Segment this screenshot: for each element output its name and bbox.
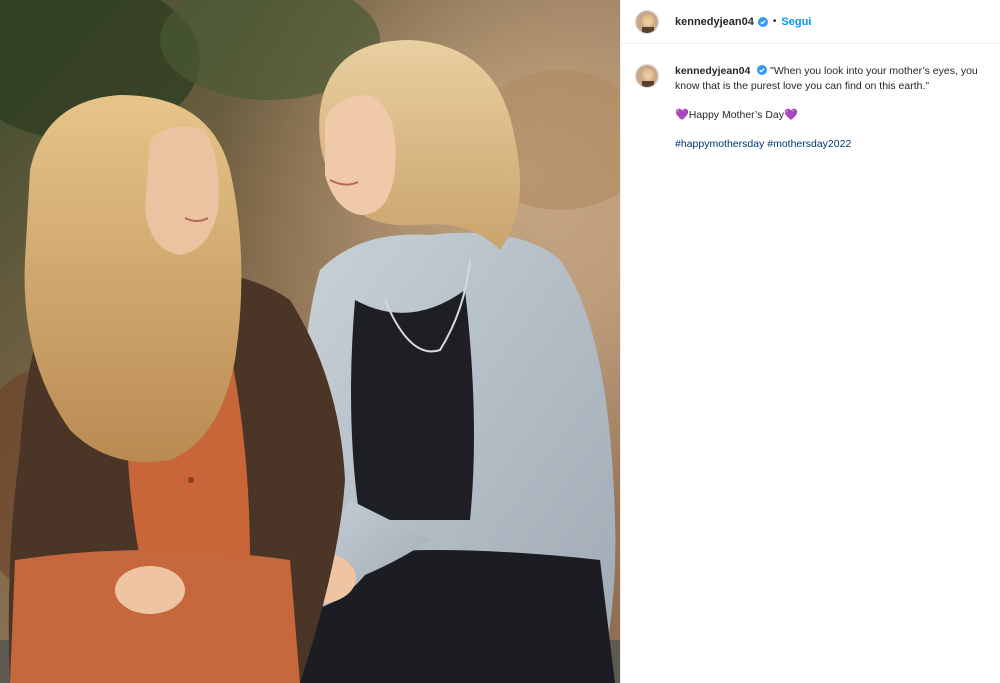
header-username[interactable]: kennedyjean04 xyxy=(675,16,754,28)
hashtag-link[interactable]: #mothersday2022 xyxy=(767,138,851,150)
dot-separator: • xyxy=(772,16,777,27)
avatar-image xyxy=(636,65,658,87)
caption-avatar[interactable] xyxy=(635,64,659,88)
caption-text: kennedyjean04 "When you look into your m… xyxy=(675,64,986,152)
avatar[interactable] xyxy=(635,9,659,34)
post-header: kennedyjean04 • Segui xyxy=(621,0,1000,44)
post-photo[interactable] xyxy=(0,0,620,683)
caption-section: kennedyjean04 "When you look into your m… xyxy=(621,44,1000,152)
avatar-image xyxy=(636,10,658,33)
purple-heart-icon: 💜 xyxy=(784,109,798,121)
purple-heart-icon: 💜 xyxy=(675,109,689,121)
post-details-panel: kennedyjean04 • Segui kennedyjean04 "Whe… xyxy=(620,0,1000,683)
caption-first-paragraph: kennedyjean04 "When you look into your m… xyxy=(675,64,986,94)
verified-badge-icon xyxy=(757,16,768,27)
hashtag-line: #happymothersday #mothersday2022 xyxy=(675,137,986,152)
greeting-text: Happy Mother’s Day xyxy=(688,109,785,121)
hashtag-link[interactable]: #happymothersday xyxy=(675,138,764,150)
greeting-line: 💜Happy Mother’s Day💜 xyxy=(675,108,986,123)
mother-daughter-photo xyxy=(0,0,620,683)
caption-username[interactable]: kennedyjean04 xyxy=(675,65,750,77)
verified-badge-icon xyxy=(757,65,768,75)
follow-button[interactable]: Segui xyxy=(781,16,811,28)
